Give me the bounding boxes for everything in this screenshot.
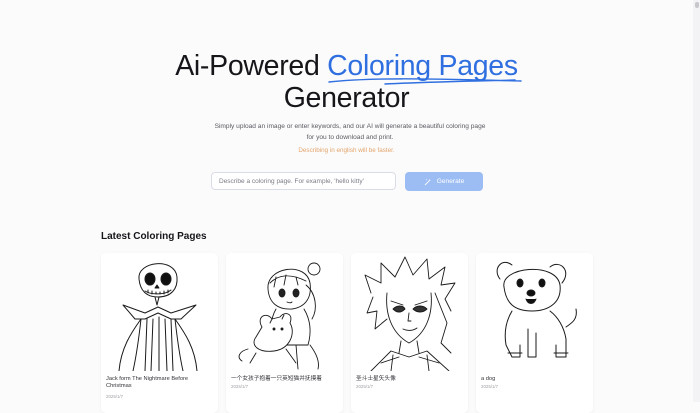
card-date: 2025/1/7 — [231, 384, 249, 389]
puppy-drawing — [496, 261, 577, 358]
card-title: a dog — [481, 376, 496, 382]
hand-drawn-underline — [328, 78, 522, 85]
card-date: 2025/1/7 — [106, 394, 124, 399]
magic-wand-icon — [424, 178, 431, 185]
card-date: 2025/1/7 — [481, 384, 499, 389]
girl-with-cat-drawing — [238, 262, 321, 370]
coloring-card[interactable]: 圣斗士星矢头像 2025/1/7 — [351, 253, 468, 413]
card-date: 2025/1/7 — [356, 384, 374, 389]
coloring-card[interactable]: Jack form The Nightmare Before Christmas… — [101, 253, 218, 413]
hero-subtitle: Simply upload an image or enter keywords… — [214, 123, 486, 141]
generate-button-label: Generate — [436, 178, 465, 185]
coloring-card[interactable]: 一个女孩子抱着一只英短猫并抚摸着 2025/1/7 — [226, 253, 343, 413]
hero-title-accent-wrap: Coloring Pages — [327, 50, 522, 85]
scrollbar-thumb[interactable] — [695, 2, 699, 8]
language-hint: Describing in english will be faster. — [298, 147, 395, 154]
scrollbar-track[interactable] — [693, 0, 700, 402]
card-title: Jack form The Nightmare Before Christmas — [106, 376, 189, 389]
skeleton-jack-drawing — [118, 263, 198, 371]
hero-title: Ai-Powered Coloring Pages Generator — [0, 50, 693, 114]
generate-button[interactable]: Generate — [405, 172, 483, 191]
anime-warrior-portrait-drawing — [364, 256, 456, 371]
card-title: 圣斗士星矢头像 — [356, 376, 396, 382]
card-title: 一个女孩子抱着一只英短猫并抚摸着 — [231, 376, 322, 382]
prompt-input[interactable] — [211, 172, 396, 190]
latest-section-title: Latest Coloring Pages — [101, 231, 207, 242]
coloring-card[interactable]: a dog 2025/1/7 — [476, 253, 593, 413]
hero-title-prefix: Ai-Powered — [175, 50, 328, 82]
